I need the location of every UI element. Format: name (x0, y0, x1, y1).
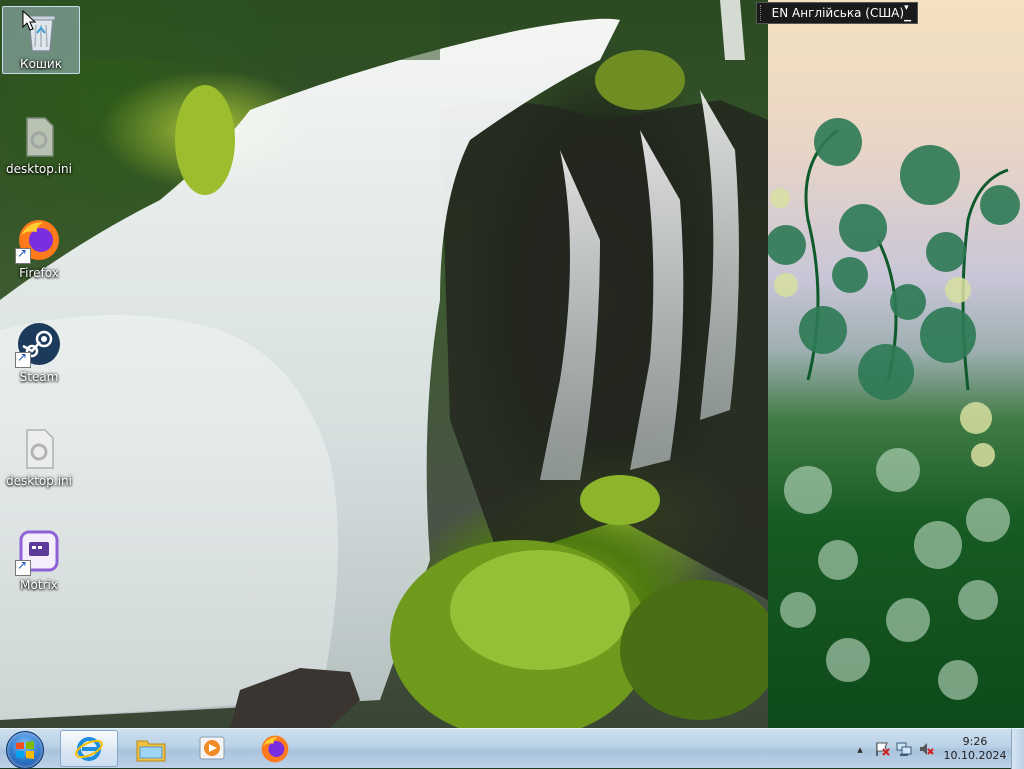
firefox-icon (15, 216, 63, 264)
language-bar-options-icon[interactable]: ▾ ▁ (904, 4, 911, 22)
desktop-icon-firefox[interactable]: Firefox (1, 216, 77, 280)
steam-icon (15, 320, 63, 368)
show-hidden-icons-arrow[interactable]: ▴ (849, 738, 871, 760)
floral-pattern (768, 118, 1020, 700)
network-icon[interactable] (893, 738, 915, 760)
start-button[interactable] (6, 731, 44, 769)
clock[interactable]: 9:26 10.10.2024 (943, 735, 1007, 763)
desktop-icon-label: Кошик (20, 57, 62, 71)
clock-date: 10.10.2024 (943, 749, 1007, 762)
volume-muted-icon[interactable] (915, 738, 937, 760)
taskbar-internet-explorer[interactable] (60, 730, 118, 767)
system-tray: ▴ 9:26 10.10.2024 (849, 729, 1024, 769)
waterfall-graphic (0, 0, 768, 728)
clock-time: 9:26 (962, 735, 988, 748)
show-desktop-button[interactable] (1011, 729, 1024, 769)
media-player-icon (199, 736, 225, 759)
file-explorer-icon (136, 740, 166, 761)
taskbar-media-player[interactable] (184, 730, 242, 767)
settings-file-icon (15, 424, 63, 472)
wallpaper-waterfall (0, 0, 768, 728)
desktop-icon-label: Firefox (19, 266, 59, 280)
wallpaper-floral-panel (768, 0, 1024, 728)
desktop-icon-motrix[interactable]: Motrix (1, 528, 77, 592)
desktop-icon-recycle-bin[interactable]: Кошик (2, 6, 80, 74)
language-bar[interactable]: EN Англійська (США) ▾ ▁ (756, 2, 918, 24)
internet-explorer-icon (75, 736, 103, 761)
language-indicator[interactable]: EN Англійська (США) (772, 6, 904, 20)
firefox-icon (261, 735, 289, 762)
shortcut-arrow-icon (15, 558, 31, 576)
shortcut-arrow-icon (15, 246, 31, 264)
desktop-icon-label: Steam (19, 370, 59, 384)
taskbar-file-explorer[interactable] (122, 730, 180, 767)
language-bar-grip[interactable] (760, 5, 764, 21)
motrix-icon (15, 528, 63, 576)
desktop-icon-desktop-ini-2[interactable]: desktop.ini (1, 424, 77, 488)
windows-logo-icon (16, 741, 34, 759)
taskbar: ▴ 9:26 10.10.2024 (0, 728, 1024, 769)
desktop-icon-label: Motrix (20, 578, 58, 592)
desktop-icon-label: desktop.ini (6, 162, 72, 176)
taskbar-firefox[interactable] (246, 730, 304, 767)
desktop-icon-label: desktop.ini (6, 474, 72, 488)
settings-file-icon (15, 112, 63, 160)
mouse-cursor-icon (22, 10, 36, 31)
shortcut-arrow-icon (15, 350, 31, 368)
action-center-flag-icon[interactable] (871, 738, 893, 760)
desktop-icon-desktop-ini-1[interactable]: desktop.ini (1, 112, 77, 176)
desktop-icon-steam[interactable]: Steam (1, 320, 77, 384)
